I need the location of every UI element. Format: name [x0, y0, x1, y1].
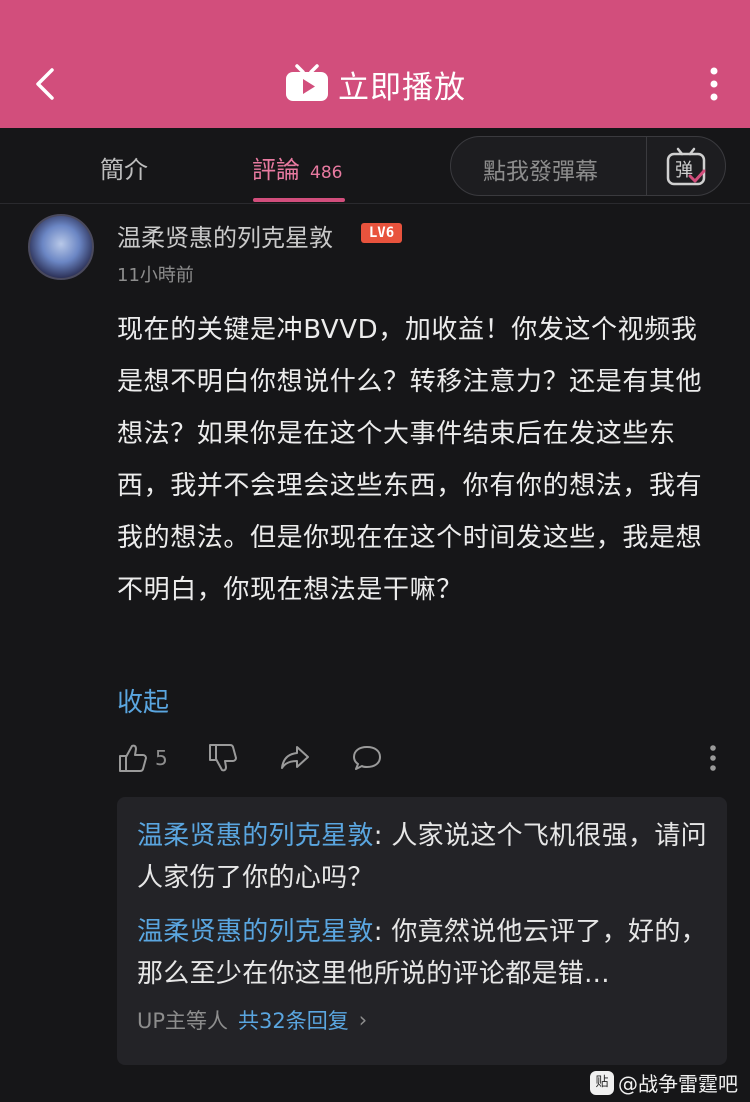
reply-item[interactable]: 温柔贤惠的列克星敦: 人家说这个飞机很强，请问人家伤了你的心吗？ — [137, 815, 707, 899]
tab-comments-label: 評論 — [252, 156, 300, 184]
page-title: 立即播放 — [338, 69, 466, 106]
thumbs-up-icon — [119, 744, 147, 772]
like-button[interactable]: 5 — [117, 738, 168, 778]
view-all-replies-link[interactable]: UP主等人 共32条回复 › — [137, 1005, 367, 1035]
divider — [646, 137, 647, 195]
vertical-dots-icon[interactable] — [708, 66, 720, 102]
thumbs-down-icon — [209, 744, 237, 772]
comment-body: 现在的关键是冲BVVD，加收益！你发这个视频我是想不明白你想说什么？转移注意力？… — [117, 315, 703, 605]
active-tab-indicator — [253, 198, 345, 202]
reply-more-prefix: UP主等人 — [137, 1009, 229, 1033]
tv-play-icon — [286, 64, 328, 101]
tab-intro[interactable]: 簡介 — [100, 150, 148, 185]
comment-username[interactable]: 温柔贤惠的列克星敦 — [117, 218, 333, 253]
comment-actions: 5 — [117, 738, 723, 778]
reply-username[interactable]: 温柔贤惠的列克星敦 — [137, 917, 374, 947]
tieba-logo-icon: 贴 — [590, 1070, 614, 1095]
comment-bubble-icon — [353, 746, 381, 770]
collapse-link[interactable]: 收起 — [117, 682, 169, 719]
tab-comments-count: 486 — [310, 163, 343, 183]
tab-comments[interactable]: 評論 486 — [252, 150, 342, 185]
level-badge: LV6 — [361, 223, 402, 243]
watermark-text: @战争雷霆吧 — [618, 1072, 738, 1096]
reply-preview-box[interactable]: 温柔贤惠的列克星敦: 人家说这个飞机很强，请问人家伤了你的心吗？ 温柔贤惠的列克… — [117, 797, 727, 1065]
vertical-dots-icon — [710, 745, 716, 771]
chevron-right-icon: › — [358, 1008, 368, 1032]
reply-item[interactable]: 温柔贤惠的列克星敦: 你竟然说他云评了，好的，那么至少在你这里他所说的评论都是错… — [137, 911, 707, 995]
share-button[interactable] — [279, 738, 311, 778]
danmaku-toggle-icon[interactable]: 弹 — [665, 146, 707, 188]
comment-more-button[interactable] — [705, 738, 721, 778]
watermark: 贴 @战争雷霆吧 — [590, 1068, 738, 1097]
top-app-bar: 立即播放 — [0, 0, 750, 128]
share-icon — [281, 746, 309, 769]
reply-button[interactable] — [351, 738, 383, 778]
dislike-button[interactable] — [207, 738, 239, 778]
play-now-button[interactable]: 立即播放 — [0, 60, 750, 108]
reply-username[interactable]: 温柔贤惠的列克星敦 — [137, 821, 374, 851]
comment-time: 11小時前 — [117, 265, 194, 286]
danmaku-placeholder: 點我發彈幕 — [483, 159, 598, 185]
danmaku-input[interactable]: 點我發彈幕 弹 — [450, 136, 726, 196]
avatar[interactable] — [28, 214, 94, 280]
reply-count-link: 共32条回复 — [238, 1009, 349, 1033]
like-count: 5 — [155, 746, 168, 770]
